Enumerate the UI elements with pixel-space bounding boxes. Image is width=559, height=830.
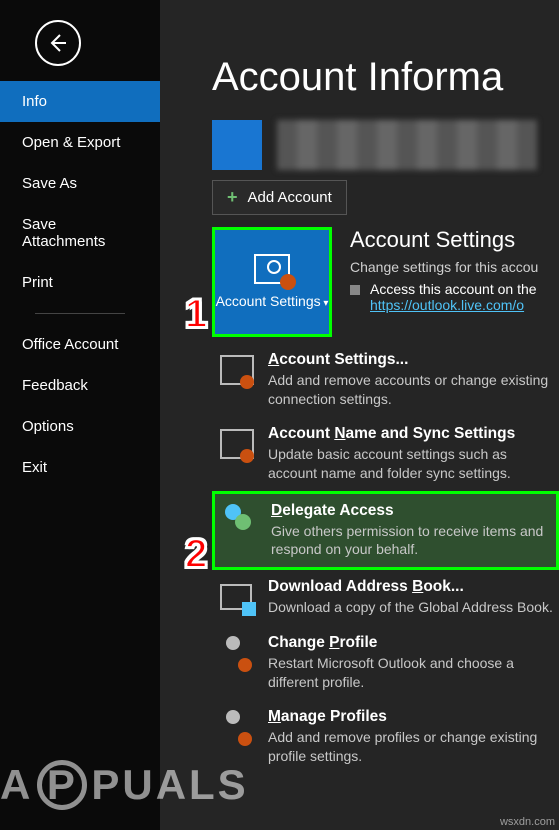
- menu-desc: Add and remove profiles or change existi…: [268, 728, 555, 766]
- add-account-button[interactable]: + Add Account: [212, 180, 347, 215]
- menu-title: Change Profile: [268, 634, 555, 652]
- account-settings-icon: [216, 351, 256, 391]
- menu-name-sync-settings[interactable]: Account Name and Sync Settings Update ba…: [212, 417, 559, 491]
- menu-change-profile[interactable]: Change Profile Restart Microsoft Outlook…: [212, 626, 559, 700]
- section-description: Change settings for this accou: [350, 259, 559, 275]
- bullet-text: Access this account on the: [370, 281, 537, 297]
- menu-desc: Update basic account settings such as ac…: [268, 445, 555, 483]
- sidebar-item-print[interactable]: Print: [0, 262, 160, 303]
- bullet-icon: [350, 285, 360, 295]
- sidebar-item-exit[interactable]: Exit: [0, 447, 160, 488]
- menu-title: Delegate Access: [271, 502, 552, 520]
- sidebar-item-feedback[interactable]: Feedback: [0, 365, 160, 406]
- menu-title: Account Name and Sync Settings: [268, 425, 555, 443]
- account-header: [212, 120, 559, 170]
- address-book-icon: [216, 578, 256, 618]
- sidebar-item-options[interactable]: Options: [0, 406, 160, 447]
- change-profile-icon: [216, 634, 256, 674]
- sidebar-item-info[interactable]: Info: [0, 81, 160, 122]
- menu-download-address-book[interactable]: Download Address Book... Download a copy…: [212, 570, 559, 626]
- sidebar-item-office-account[interactable]: Office Account: [0, 324, 160, 365]
- account-settings-label: Account Settings: [216, 292, 329, 310]
- menu-desc: Add and remove accounts or change existi…: [268, 371, 555, 409]
- account-email-redacted: [277, 120, 537, 170]
- owa-link[interactable]: https://outlook.live.com/o: [370, 297, 524, 313]
- menu-title: Download Address Book...: [268, 578, 555, 596]
- menu-title: Account Settings...: [268, 351, 555, 369]
- add-account-label: Add Account: [248, 189, 332, 206]
- menu-desc: Give others permission to receive items …: [271, 522, 552, 560]
- delegate-access-icon: [219, 502, 259, 542]
- backstage-sidebar: Info Open & Export Save As Save Attachme…: [0, 0, 160, 830]
- sidebar-item-save-attachments[interactable]: Save Attachments: [0, 204, 160, 262]
- sidebar-item-open-export[interactable]: Open & Export: [0, 122, 160, 163]
- back-arrow-icon: [46, 31, 70, 55]
- account-settings-section: Account Settings Account Settings Change…: [212, 227, 559, 337]
- sidebar-divider: [35, 313, 125, 314]
- account-settings-menu: Account Settings... Add and remove accou…: [212, 343, 559, 774]
- menu-desc: Restart Microsoft Outlook and choose a d…: [268, 654, 555, 692]
- name-sync-icon: [216, 425, 256, 465]
- manage-profiles-icon: [216, 708, 256, 748]
- page-title: Account Informa: [160, 0, 559, 120]
- menu-account-settings[interactable]: Account Settings... Add and remove accou…: [212, 343, 559, 417]
- menu-delegate-access[interactable]: Delegate Access Give others permission t…: [212, 491, 559, 571]
- menu-desc: Download a copy of the Global Address Bo…: [268, 598, 555, 617]
- main-panel: Account Informa + Add Account Account Se…: [160, 0, 559, 830]
- menu-title: Manage Profiles: [268, 708, 555, 726]
- section-heading: Account Settings: [350, 227, 559, 253]
- plus-icon: +: [227, 187, 238, 208]
- sidebar-item-save-as[interactable]: Save As: [0, 163, 160, 204]
- account-settings-button[interactable]: Account Settings: [212, 227, 332, 337]
- account-avatar: [212, 120, 262, 170]
- menu-manage-profiles[interactable]: Manage Profiles Add and remove profiles …: [212, 700, 559, 774]
- back-button[interactable]: [35, 20, 81, 66]
- account-settings-icon: [254, 254, 290, 284]
